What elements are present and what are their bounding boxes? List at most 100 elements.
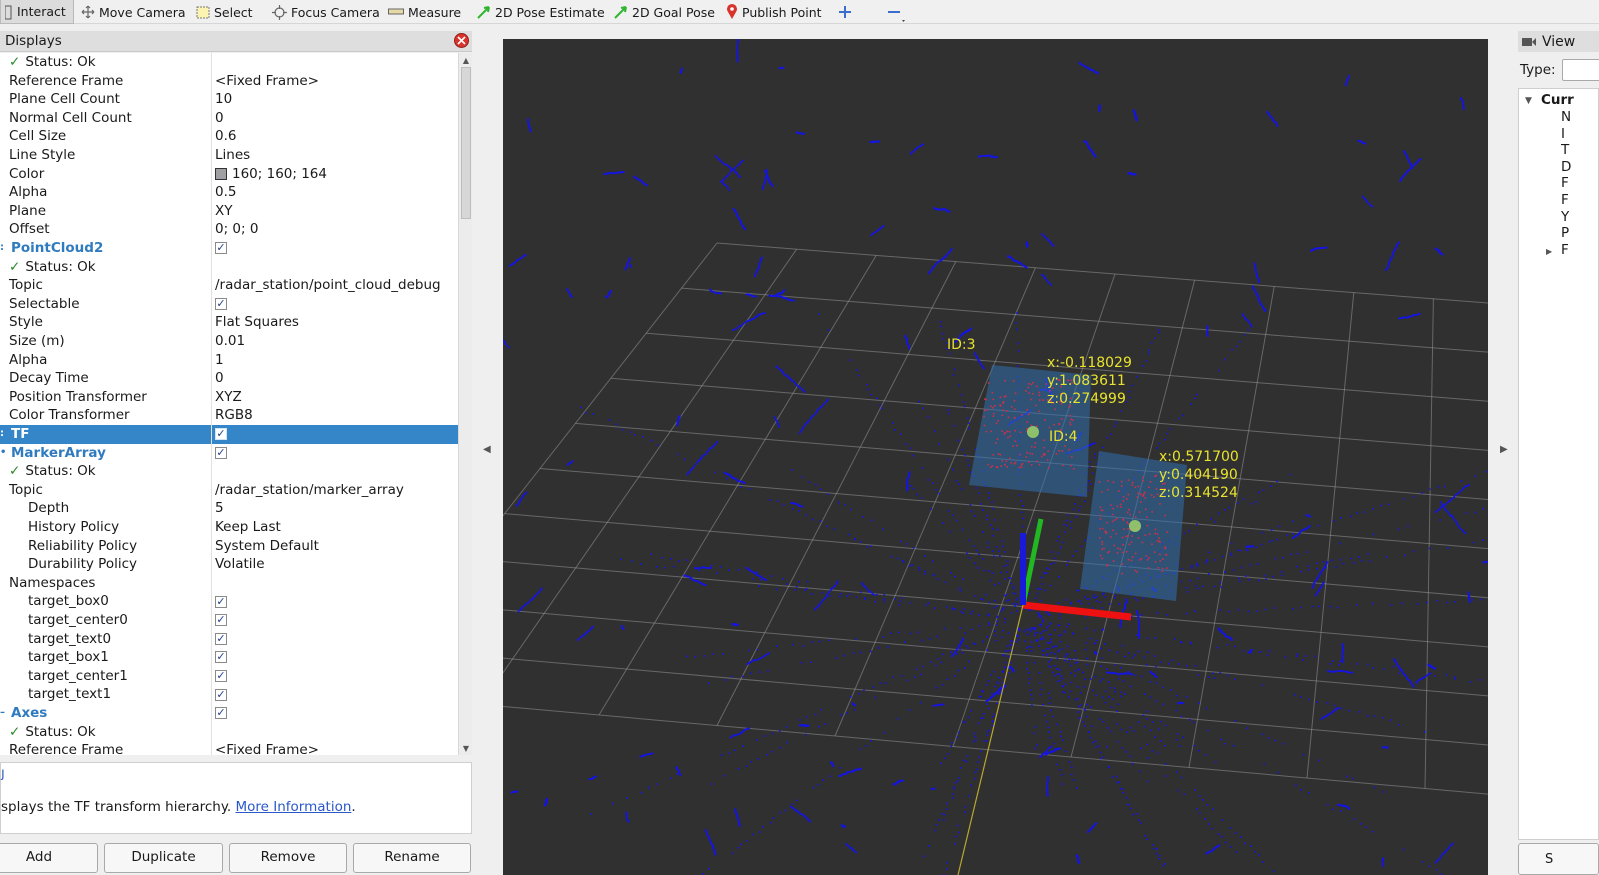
property-value-cell[interactable]: 0 xyxy=(212,109,458,128)
checkbox[interactable]: ✓ xyxy=(215,298,227,311)
property-value-cell[interactable]: 0; 0; 0 xyxy=(212,220,458,239)
views-tree-item[interactable]: P xyxy=(1561,225,1569,241)
property-row[interactable]: History Policy Keep Last xyxy=(0,518,458,537)
property-row[interactable]: target_box1 ✓ xyxy=(0,648,458,667)
checkbox[interactable]: ✓ xyxy=(215,670,227,683)
property-row[interactable]: Color 160; 160; 164 xyxy=(0,165,458,184)
property-value-cell[interactable]: <Fixed Frame> xyxy=(212,741,458,755)
close-icon[interactable] xyxy=(454,33,469,48)
remove-display-button[interactable]: Remove xyxy=(229,843,347,873)
property-row[interactable]: Line Style Lines xyxy=(0,146,458,165)
duplicate-display-button[interactable]: Duplicate xyxy=(104,843,223,873)
views-tree-item[interactable]: I xyxy=(1561,126,1565,142)
scrollbar-thumb[interactable] xyxy=(461,67,471,219)
publish-point-tool-button[interactable]: Publish Point xyxy=(722,0,826,24)
property-value-cell[interactable]: System Default xyxy=(212,537,458,556)
display-item-tf[interactable]: : TF ✓ xyxy=(0,425,458,444)
property-value-cell[interactable]: 0.6 xyxy=(212,127,458,146)
views-tree-item[interactable]: F xyxy=(1561,192,1569,208)
property-row[interactable]: Topic/radar_station/marker_array xyxy=(0,481,458,500)
property-row[interactable]: Decay Time 0 xyxy=(0,369,458,388)
tree-branch-icon[interactable]: • xyxy=(0,444,6,463)
property-value-cell[interactable]: 0 xyxy=(212,369,458,388)
goal-pose-tool-button[interactable]: 2D Goal Pose xyxy=(610,0,719,24)
property-value-cell[interactable]: 5 xyxy=(212,499,458,518)
property-row[interactable]: Normal Cell Count 0 xyxy=(0,109,458,128)
views-save-button[interactable]: S xyxy=(1518,843,1599,875)
property-row[interactable]: target_center1 ✓ xyxy=(0,667,458,686)
property-value-cell[interactable]: 0.01 xyxy=(212,332,458,351)
views-tree-item[interactable]: F xyxy=(1561,242,1569,258)
property-row[interactable]: Alpha 0.5 xyxy=(0,183,458,202)
property-row[interactable]: target_box0 ✓ xyxy=(0,592,458,611)
property-value-cell[interactable]: 10 xyxy=(212,90,458,109)
property-value-cell[interactable]: <Fixed Frame> xyxy=(212,72,458,91)
property-value-cell[interactable]: ✓ xyxy=(212,295,458,314)
checkbox[interactable]: ✓ xyxy=(215,688,227,701)
property-row[interactable]: Depth 5 xyxy=(0,499,458,518)
property-value-cell[interactable]: ✓ xyxy=(212,704,458,723)
pose-estimate-tool-button[interactable]: 2D Pose Estimate xyxy=(473,0,609,24)
tree-branch-icon[interactable]: – xyxy=(0,704,5,723)
property-value-cell[interactable]: ✓ xyxy=(212,425,458,444)
color-swatch[interactable] xyxy=(215,167,227,180)
more-information-link[interactable]: More Information xyxy=(235,799,351,815)
property-value-cell[interactable] xyxy=(212,53,458,72)
views-tree-item[interactable]: N xyxy=(1561,109,1571,125)
property-row[interactable]: target_text1 ✓ xyxy=(0,685,458,704)
measure-tool-button[interactable]: Measure xyxy=(384,0,465,24)
checkbox[interactable]: ✓ xyxy=(215,242,227,255)
expand-arrow-icon[interactable]: ▼ xyxy=(1525,93,1532,109)
property-row[interactable]: Selectable ✓ xyxy=(0,295,458,314)
property-row[interactable]: Style Flat Squares xyxy=(0,313,458,332)
select-tool-button[interactable]: Select xyxy=(192,0,257,24)
property-value-cell[interactable] xyxy=(212,723,458,742)
property-row[interactable]: ✓ Status: Ok xyxy=(0,53,458,72)
scroll-up-arrow-icon[interactable]: ▲ xyxy=(459,53,473,67)
views-tree-item[interactable]: F xyxy=(1561,175,1569,191)
property-value-cell[interactable]: XY xyxy=(212,202,458,221)
property-row[interactable]: Offset 0; 0; 0 xyxy=(0,220,458,239)
add-tool-button[interactable] xyxy=(834,0,856,24)
views-tree-item[interactable]: D xyxy=(1561,159,1571,175)
property-value-cell[interactable]: ✓ xyxy=(212,648,458,667)
render-viewport[interactable]: ID:3 x:-0.118029 y:1.083611 z:0.274999 I… xyxy=(503,39,1488,875)
property-row[interactable]: ✓ Status: Ok xyxy=(0,723,458,742)
interact-tool-button[interactable]: Interact xyxy=(0,0,74,24)
checkbox[interactable]: ✓ xyxy=(215,614,227,627)
property-value-cell[interactable] xyxy=(212,462,458,481)
property-row[interactable]: target_text0 ✓ xyxy=(0,630,458,649)
views-tree-item[interactable]: T xyxy=(1561,142,1569,158)
property-row[interactable]: Plane Cell Count 10 xyxy=(0,90,458,109)
focus-camera-tool-button[interactable]: Focus Camera xyxy=(268,0,384,24)
views-type-select[interactable] xyxy=(1562,59,1599,81)
property-value-cell[interactable]: Volatile xyxy=(212,555,458,574)
property-row[interactable]: Reliability Policy System Default xyxy=(0,537,458,556)
property-row[interactable]: Alpha 1 xyxy=(0,351,458,370)
property-value-cell[interactable]: 0.5 xyxy=(212,183,458,202)
property-row[interactable]: Color Transformer RGB8 xyxy=(0,406,458,425)
property-value-cell[interactable]: ✓ xyxy=(212,685,458,704)
property-value-cell[interactable]: ✓ xyxy=(212,592,458,611)
property-value-cell[interactable]: ✓ xyxy=(212,444,458,463)
collapse-left-arrow-icon[interactable]: ◀ xyxy=(483,444,491,455)
display-item-pointcloud2[interactable]: : PointCloud2 ✓ xyxy=(0,239,458,258)
property-value-cell[interactable]: ✓ xyxy=(212,611,458,630)
checkbox[interactable]: ✓ xyxy=(215,595,227,608)
property-row[interactable]: ✓ Status: Ok xyxy=(0,258,458,277)
property-row[interactable]: target_center0 ✓ xyxy=(0,611,458,630)
add-display-button[interactable]: Add xyxy=(0,843,98,873)
property-row[interactable]: Cell Size 0.6 xyxy=(0,127,458,146)
property-value-cell[interactable]: /radar_station/point_cloud_debug xyxy=(212,276,458,295)
property-row[interactable]: Durability Policy Volatile xyxy=(0,555,458,574)
property-row[interactable]: Namespaces xyxy=(0,574,458,593)
display-item-markerarray[interactable]: • MarkerArray ✓ xyxy=(0,444,458,463)
checkbox[interactable]: ✓ xyxy=(215,428,227,441)
displays-scrollbar[interactable]: ▲ ▼ xyxy=(458,53,472,755)
property-row[interactable]: Size (m) 0.01 xyxy=(0,332,458,351)
property-value-cell[interactable]: ✓ xyxy=(212,630,458,649)
move-camera-tool-button[interactable]: Move Camera xyxy=(77,0,190,24)
property-value-cell[interactable]: Lines xyxy=(212,146,458,165)
views-tree-root[interactable]: Curr xyxy=(1541,92,1574,108)
property-value-cell[interactable]: Keep Last xyxy=(212,518,458,537)
